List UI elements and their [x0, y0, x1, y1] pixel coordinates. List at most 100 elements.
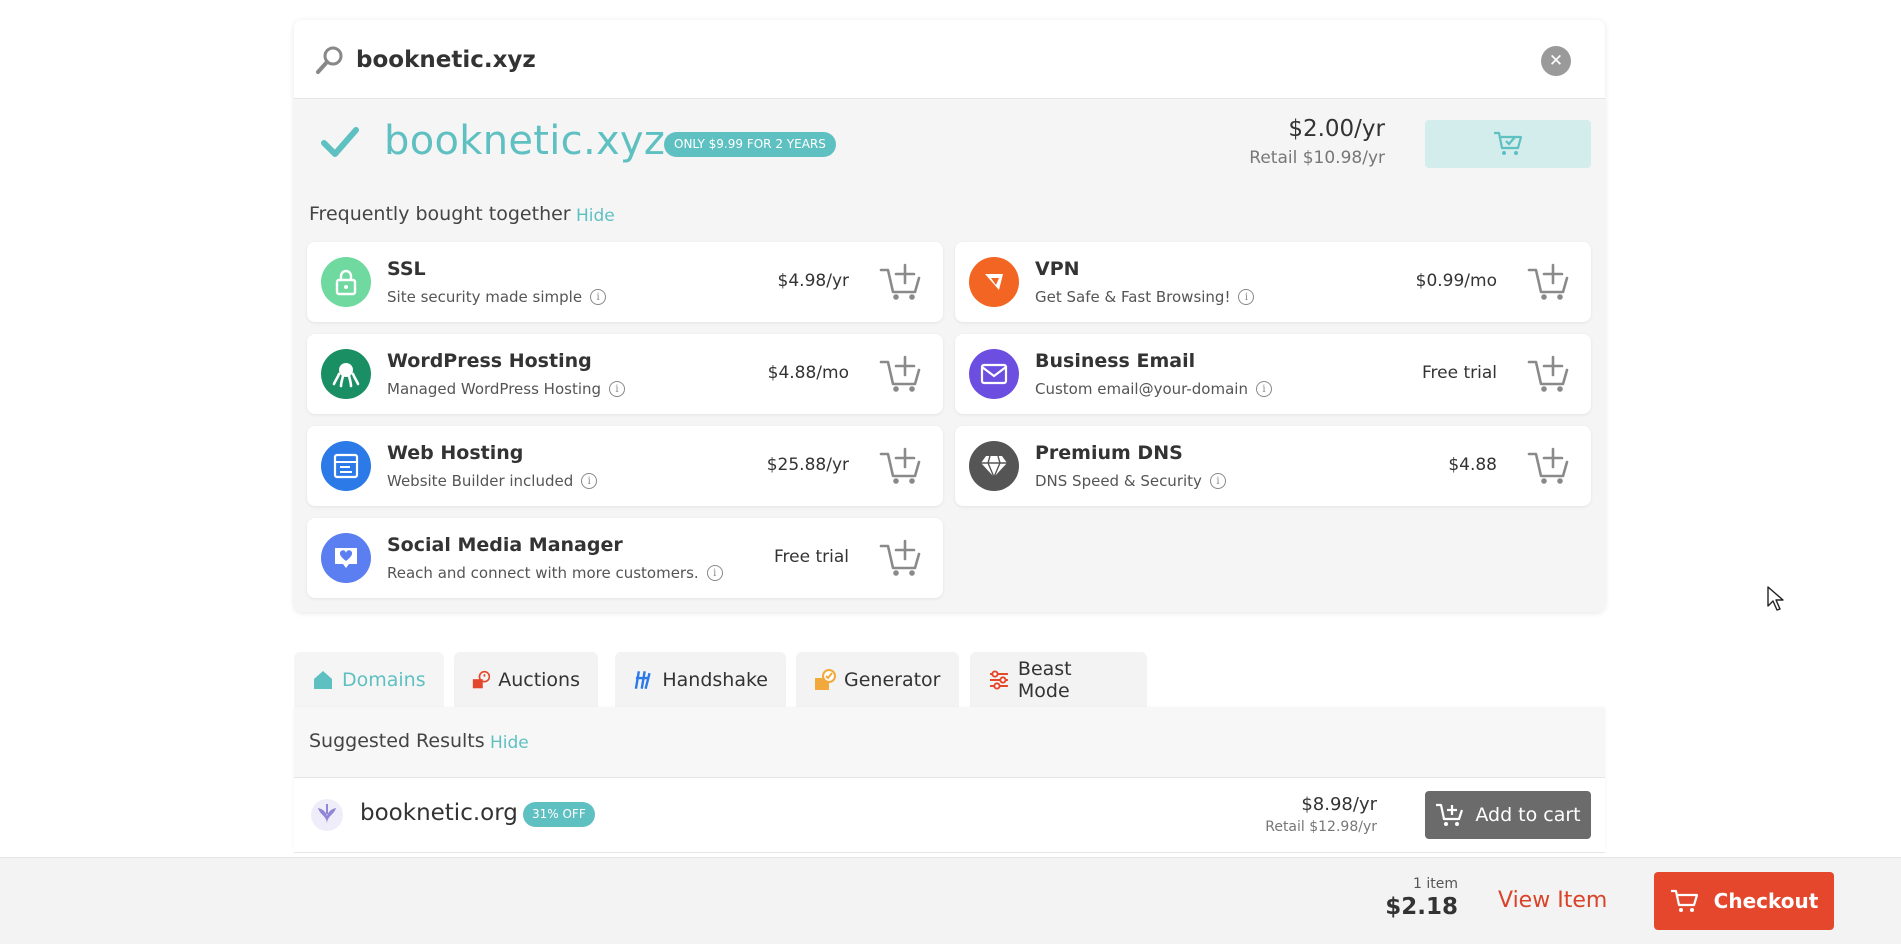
add-to-cart-icon[interactable]: [1527, 262, 1571, 302]
add-to-cart-label: Add to cart: [1475, 804, 1581, 826]
search-icon: [316, 46, 343, 74]
product-price: Free trial: [774, 547, 849, 567]
product-description-text: Website Builder included: [387, 472, 574, 490]
product-description: Managed WordPress Hosting i: [387, 380, 626, 398]
product-price: $0.99/mo: [1415, 271, 1497, 291]
product-card-premium-dns: Premium DNS DNS Speed & Security i $4.88: [955, 426, 1591, 506]
domain-search-card: ✕ booknetic.xyz ONLY $9.99 FOR 2 YEARS $…: [294, 20, 1605, 612]
suggested-domain-name[interactable]: booknetic.org: [360, 800, 518, 826]
checkout-button[interactable]: Checkout: [1654, 872, 1834, 930]
suggested-domain-retail-price: Retail $12.98/yr: [1265, 819, 1377, 835]
checkmark-icon: [321, 127, 359, 157]
product-description-text: Custom email@your-domain: [1035, 380, 1248, 398]
product-card-social-media-manager: Social Media Manager Reach and connect wi…: [307, 518, 943, 598]
clear-search-button[interactable]: ✕: [1541, 46, 1571, 76]
product-card-wordpress-hosting: WordPress Hosting Managed WordPress Hosti…: [307, 334, 943, 414]
discount-badge: 31% OFF: [523, 802, 595, 827]
info-icon[interactable]: i: [609, 381, 626, 397]
product-price: Free trial: [1422, 363, 1497, 383]
tab-label: Beast Mode: [1017, 657, 1072, 702]
add-to-cart-button[interactable]: Add to cart: [1425, 791, 1591, 839]
tab-beast-mode[interactable]: Beast Mode: [970, 652, 1147, 707]
suggested-results-label: Suggested Results: [309, 730, 485, 752]
tab-label: Handshake: [662, 668, 768, 691]
cart-plus-icon: [1436, 803, 1464, 826]
suggested-results-header: Suggested Results Hide: [294, 707, 1605, 778]
add-to-cart-icon[interactable]: [879, 446, 923, 486]
product-description: DNS Speed & Security i: [1035, 472, 1226, 490]
info-icon[interactable]: i: [1209, 473, 1226, 489]
main-domain-retail-price: Retail $10.98/yr: [1249, 148, 1385, 168]
generator-icon: [815, 668, 836, 690]
tab-label: Domains: [342, 668, 426, 691]
product-description-text: Reach and connect with more customers.: [387, 564, 699, 582]
tld-logo-icon: [311, 799, 343, 831]
product-card-business-email: Business Email Custom email@your-domain i F…: [955, 334, 1591, 414]
tab-generator[interactable]: Generator: [796, 652, 959, 707]
product-price: $4.88: [1448, 455, 1497, 475]
product-name: VPN: [1035, 258, 1080, 280]
envelope-icon: [969, 349, 1019, 399]
product-card-web-hosting: Web Hosting Website Builder included i $25.…: [307, 426, 943, 506]
tab-auctions[interactable]: Auctions: [454, 652, 598, 707]
view-item-link[interactable]: View Item: [1498, 888, 1607, 913]
product-description: Reach and connect with more customers. i: [387, 564, 723, 582]
product-description-text: Managed WordPress Hosting: [387, 380, 602, 398]
table-row: booknetic.org 31% OFF $8.98/yr Retail $1…: [294, 778, 1605, 853]
info-icon[interactable]: i: [581, 473, 598, 489]
add-to-cart-icon[interactable]: [879, 262, 923, 302]
main-domain-in-cart-button[interactable]: [1425, 120, 1591, 168]
info-icon[interactable]: i: [1238, 289, 1255, 305]
product-price: $4.88/mo: [767, 363, 849, 383]
add-to-cart-icon[interactable]: [879, 538, 923, 578]
product-name: Premium DNS: [1035, 442, 1183, 464]
cart-icon: [1670, 889, 1698, 912]
product-description-text: Get Safe & Fast Browsing!: [1035, 288, 1231, 306]
cart-check-icon: [1494, 131, 1523, 155]
product-card-ssl: SSL Site security made simple i $4.98/yr: [307, 242, 943, 322]
diamond-icon: [969, 441, 1019, 491]
info-icon[interactable]: i: [590, 289, 607, 305]
product-name: SSL: [387, 258, 426, 280]
close-icon: ✕: [1548, 51, 1564, 71]
auction-icon: [472, 670, 491, 688]
product-description-text: DNS Speed & Security: [1035, 472, 1202, 490]
tab-label: Generator: [844, 668, 941, 691]
search-input[interactable]: [356, 40, 1456, 80]
sliders-icon: [989, 669, 1008, 690]
product-card-vpn: VPN Get Safe & Fast Browsing! i $0.99/mo: [955, 242, 1591, 322]
product-description-text: Site security made simple: [387, 288, 583, 306]
hosting-icon: [321, 441, 371, 491]
search-bar: ✕: [294, 20, 1605, 99]
product-price: $25.88/yr: [766, 455, 849, 475]
cart-item-count: 1 item: [1413, 876, 1458, 892]
product-description: Site security made simple i: [387, 288, 607, 306]
mouse-pointer-icon: [1767, 586, 1784, 611]
suggested-results-hide-link[interactable]: Hide: [490, 733, 529, 753]
main-domain-name: booknetic.xyz: [384, 118, 666, 164]
product-description: Website Builder included i: [387, 472, 598, 490]
handshake-icon: [634, 670, 651, 689]
tab-handshake[interactable]: Handshake: [615, 652, 786, 707]
lock-icon: [321, 257, 371, 307]
promo-badge: ONLY $9.99 FOR 2 YEARS: [664, 132, 836, 157]
suggested-results-panel: Suggested Results Hide booknetic.org 31%…: [294, 707, 1605, 853]
checkout-label: Checkout: [1713, 889, 1819, 913]
info-icon[interactable]: i: [1255, 381, 1272, 397]
product-description: Get Safe & Fast Browsing! i: [1035, 288, 1255, 306]
product-description: Custom email@your-domain i: [1035, 380, 1272, 398]
frequently-bought-hide-link[interactable]: Hide: [576, 206, 615, 226]
add-to-cart-icon[interactable]: [879, 354, 923, 394]
home-icon: [314, 670, 332, 689]
product-name: Web Hosting: [387, 442, 524, 464]
tab-domains[interactable]: Domains: [294, 652, 444, 707]
octopus-icon: [321, 349, 371, 399]
vpn-icon: [969, 257, 1019, 307]
product-name: Social Media Manager: [387, 534, 623, 556]
heart-chat-icon: [321, 533, 371, 583]
frequently-bought-label: Frequently bought together: [309, 203, 571, 225]
suggested-domain-price: $8.98/yr: [1301, 794, 1377, 815]
add-to-cart-icon[interactable]: [1527, 446, 1571, 486]
info-icon[interactable]: i: [706, 565, 723, 581]
add-to-cart-icon[interactable]: [1527, 354, 1571, 394]
